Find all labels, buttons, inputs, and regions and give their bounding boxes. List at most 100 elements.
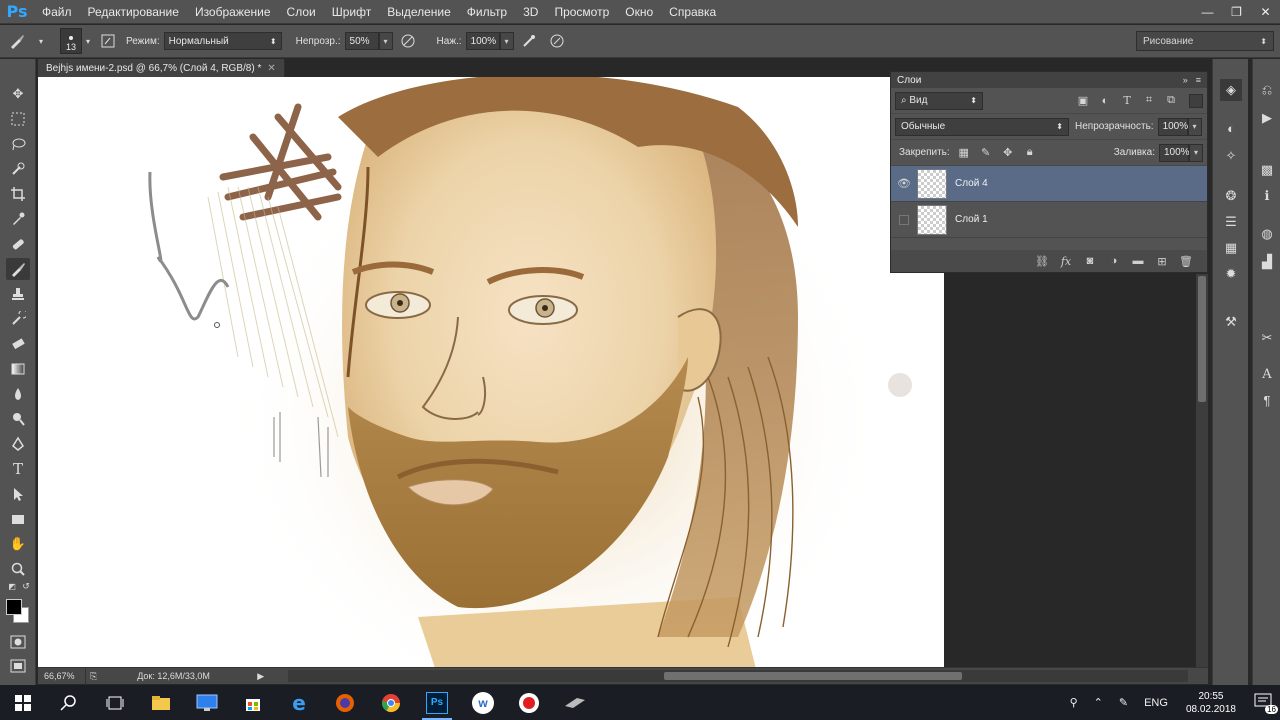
blur-tool-icon[interactable] — [6, 383, 30, 405]
marquee-tool-icon[interactable] — [6, 108, 30, 130]
crop-tool-icon[interactable] — [6, 183, 30, 205]
app-w-icon[interactable]: w — [460, 685, 506, 720]
vertical-scrollbar[interactable] — [1196, 274, 1208, 667]
navigator-icon[interactable]: ✹ — [1220, 263, 1242, 285]
menu-type[interactable]: Шрифт — [324, 0, 379, 24]
filter-toggle[interactable] — [1189, 93, 1203, 108]
menu-window[interactable]: Окно — [617, 0, 661, 24]
firefox-icon[interactable] — [322, 685, 368, 720]
layer-name[interactable]: Слой 1 — [955, 214, 988, 225]
histogram-icon[interactable]: ▟ — [1256, 251, 1278, 273]
dodge-tool-icon[interactable] — [6, 408, 30, 430]
filter-shape-icon[interactable]: ⌗ — [1141, 93, 1157, 109]
move-tool-icon[interactable]: ✥ — [6, 83, 30, 105]
restore-button[interactable]: ❐ — [1222, 0, 1251, 24]
adjustment-layer-icon[interactable]: ◑ — [1107, 255, 1121, 267]
horizontal-scrollbar[interactable] — [288, 670, 1188, 682]
delete-layer-icon[interactable]: 🗑︎ — [1179, 255, 1193, 268]
link-layers-icon[interactable]: ⛓︎ — [1035, 255, 1049, 268]
close-button[interactable]: ✕ — [1251, 0, 1280, 24]
opacity-input[interactable]: 50% — [344, 32, 379, 50]
windows-start-icon[interactable] — [0, 685, 46, 720]
tools-icon[interactable]: ✂ — [1256, 327, 1278, 349]
filter-smart-object-icon[interactable]: ⧉ — [1163, 93, 1179, 109]
file-explorer-icon[interactable] — [138, 685, 184, 720]
layer-name[interactable]: Слой 4 — [955, 178, 988, 189]
new-group-icon[interactable]: ▬ — [1131, 255, 1145, 267]
search-icon[interactable] — [46, 685, 92, 720]
zoom-tool-icon[interactable] — [6, 558, 30, 580]
layers-panel-icon[interactable]: ◈ — [1220, 79, 1242, 101]
menu-edit[interactable]: Редактирование — [80, 0, 187, 24]
menu-image[interactable]: Изображение — [187, 0, 279, 24]
brush-size-picker[interactable]: 13 — [60, 28, 82, 54]
visibility-eye-icon[interactable]: 👁︎ — [891, 177, 917, 190]
action-center-icon[interactable]: 16 — [1246, 693, 1280, 714]
chevron-down-icon[interactable]: ▾ — [34, 30, 48, 52]
lock-position-icon[interactable]: ✥ — [1000, 145, 1016, 161]
pen-tray-icon[interactable]: ✎ — [1111, 696, 1136, 709]
add-mask-icon[interactable]: ◙ — [1083, 255, 1097, 267]
edge-browser-icon[interactable]: e — [276, 685, 322, 720]
menu-layers[interactable]: Слои — [279, 0, 324, 24]
vertical-scrollbar-thumb[interactable] — [1198, 276, 1206, 402]
clone-stamp-tool-icon[interactable] — [6, 283, 30, 305]
layer-filter-select[interactable]: ⌕ Вид ⬍ — [895, 91, 983, 110]
healing-brush-tool-icon[interactable] — [6, 233, 30, 255]
new-layer-icon[interactable]: ⊞ — [1155, 255, 1169, 268]
workspace-select[interactable]: Рисование ⬍ — [1136, 31, 1274, 51]
layer-style-fx-icon[interactable]: fx — [1059, 255, 1073, 268]
photoshop-taskbar-icon[interactable]: Ps — [414, 685, 460, 720]
menu-3d[interactable]: 3D — [515, 0, 546, 24]
character-icon[interactable]: A — [1256, 363, 1278, 385]
menu-select[interactable]: Выделение — [379, 0, 459, 24]
collapse-panel-icon[interactable]: » — [1183, 75, 1188, 85]
foreground-color-swatch[interactable] — [6, 599, 22, 615]
language-indicator[interactable]: ENG — [1136, 697, 1176, 709]
export-icon[interactable]: ⎘ — [90, 671, 97, 682]
tablet-opacity-pressure-icon[interactable] — [393, 30, 423, 52]
quick-selection-tool-icon[interactable] — [6, 158, 30, 180]
tablet-app-icon[interactable] — [552, 685, 598, 720]
history-brush-tool-icon[interactable] — [6, 308, 30, 330]
paragraph-icon[interactable]: ¶ — [1256, 389, 1278, 411]
screen-mode-icon[interactable] — [6, 655, 30, 677]
clock[interactable]: 20:55 08.02.2018 — [1176, 690, 1246, 716]
document-tab[interactable]: Bejhjs имени-2.psd @ 66,7% (Слой 4, RGB/… — [38, 59, 285, 77]
zoom-level[interactable]: 66,67% — [38, 667, 86, 685]
brush-preset-icon[interactable] — [0, 30, 34, 52]
document-canvas[interactable] — [38, 77, 944, 667]
menu-help[interactable]: Справка — [661, 0, 724, 24]
path-selection-tool-icon[interactable] — [6, 483, 30, 505]
status-menu-arrow-icon[interactable]: ▶ — [257, 671, 264, 682]
type-tool-icon[interactable]: T — [6, 458, 30, 480]
brush-tool-icon[interactable] — [6, 258, 30, 280]
screen-recorder-icon[interactable] — [506, 685, 552, 720]
swatches-icon[interactable]: ▦ — [1220, 237, 1242, 259]
pressure-dropdown[interactable]: ▾ — [499, 32, 514, 50]
styles-icon[interactable]: ◍ — [1256, 223, 1278, 245]
filter-pixel-icon[interactable]: ▣ — [1075, 93, 1091, 109]
pressure-input[interactable]: 100% — [465, 32, 500, 50]
minimize-button[interactable]: — — [1193, 0, 1222, 24]
visibility-toggle-empty[interactable] — [891, 214, 917, 225]
quick-mask-icon[interactable] — [6, 631, 30, 653]
store-icon[interactable] — [230, 685, 276, 720]
menu-view[interactable]: Просмотр — [546, 0, 617, 24]
blend-mode-select[interactable]: Обычные ⬍ — [895, 117, 1069, 136]
lock-all-icon[interactable]: 🔒︎ — [1022, 145, 1038, 161]
chevron-down-icon[interactable]: ▾ — [82, 30, 94, 52]
layer-row[interactable]: 👁︎ Слой 4 — [891, 166, 1207, 202]
tool-presets-icon[interactable]: ⚒ — [1220, 311, 1242, 333]
filter-type-icon[interactable]: T — [1119, 93, 1135, 109]
show-hidden-icons-chevron-icon[interactable]: ⌃ — [1086, 696, 1111, 709]
fill-dropdown[interactable]: ▾ — [1189, 143, 1203, 162]
lasso-tool-icon[interactable] — [6, 133, 30, 155]
desktop-app-icon[interactable] — [184, 685, 230, 720]
task-view-icon[interactable] — [92, 685, 138, 720]
menu-filter[interactable]: Фильтр — [459, 0, 515, 24]
close-icon[interactable]: ✕ — [267, 63, 275, 74]
layer-opacity-dropdown[interactable]: ▾ — [1187, 117, 1202, 136]
default-colors-icon[interactable]: ◩ — [6, 580, 18, 592]
layer-row[interactable]: Слой 1 — [891, 202, 1207, 238]
